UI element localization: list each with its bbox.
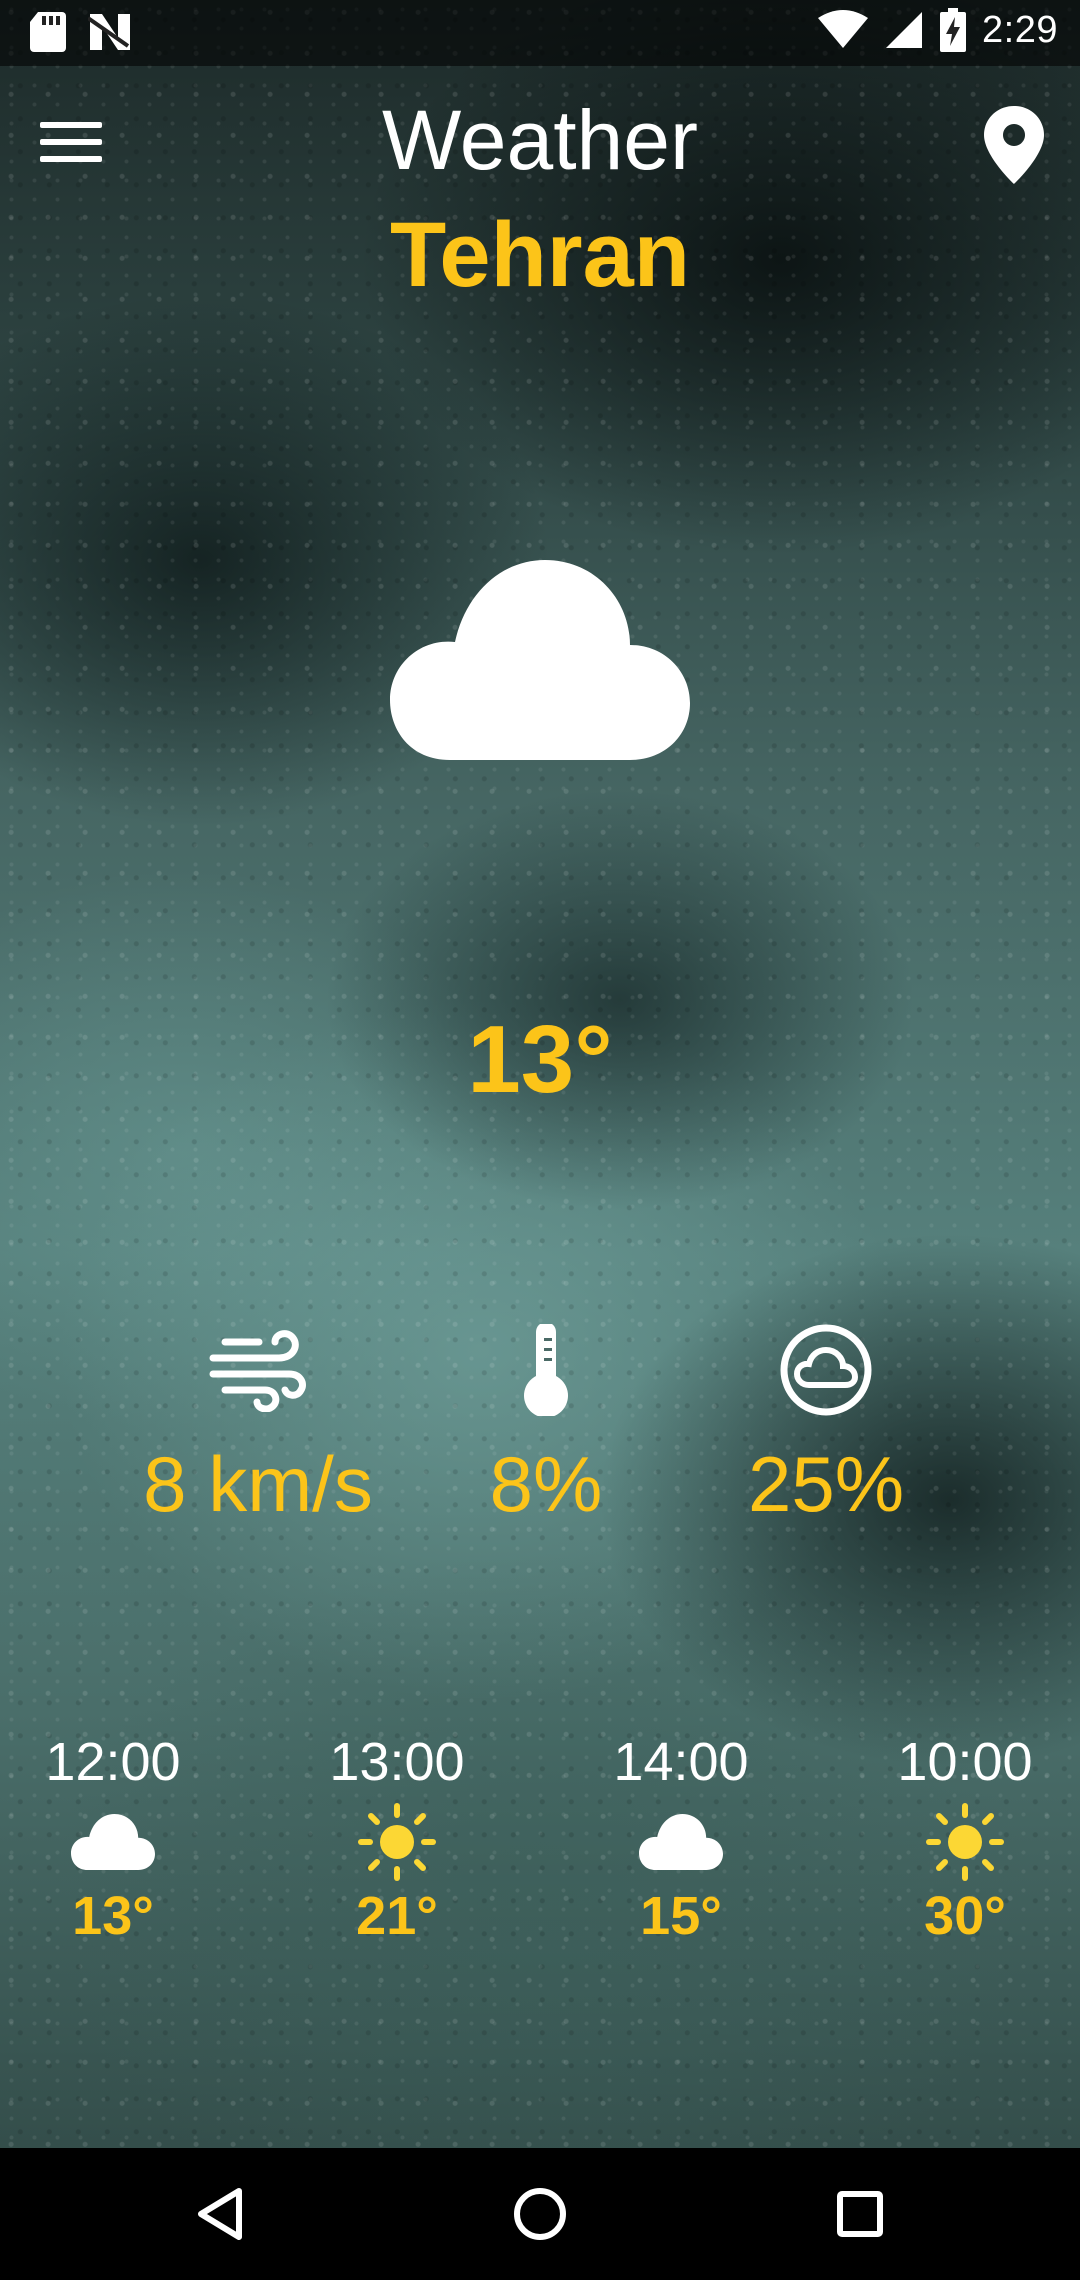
- cloud-icon: [68, 1802, 158, 1882]
- sun-icon: [352, 1802, 442, 1882]
- home-icon[interactable]: [510, 2184, 570, 2244]
- weather-screen: 2:29 Weather Tehran 13° 8 km/s 8% 25% 12…: [0, 0, 1080, 2280]
- signal-icon: [886, 12, 923, 48]
- wifi-icon: [818, 10, 869, 48]
- hourly-temp: 15°: [640, 1886, 722, 1946]
- thermometer-icon: [496, 1320, 596, 1420]
- stat-wind: 8 km/s: [108, 1320, 408, 1530]
- hourly-time: 12:00: [45, 1732, 181, 1792]
- stat-cloudiness: 25%: [676, 1320, 976, 1530]
- recents-icon[interactable]: [830, 2184, 890, 2244]
- app-title: Weather: [382, 93, 698, 187]
- hourly-time: 14:00: [613, 1732, 749, 1792]
- hourly-time: 13:00: [329, 1732, 465, 1792]
- hourly-item: 12:00 13°: [0, 1730, 233, 1948]
- wind-value: 8 km/s: [143, 1440, 373, 1528]
- status-bar-left: [30, 12, 132, 52]
- hourly-temp: 13°: [72, 1886, 154, 1946]
- status-bar: 2:29: [0, 0, 1080, 66]
- stat-humidity: 8%: [396, 1320, 696, 1530]
- sun-icon: [920, 1802, 1010, 1882]
- status-bar-right: 2:29: [818, 8, 1058, 52]
- hourly-item: 14:00 15°: [561, 1730, 801, 1948]
- wind-icon: [208, 1320, 308, 1420]
- current-temperature: 13°: [467, 1006, 613, 1113]
- hourly-item: 13:00 21°: [277, 1730, 517, 1948]
- navigation-bar: [0, 2148, 1080, 2280]
- sd-card-icon: [30, 12, 66, 52]
- cloud-icon: [390, 560, 690, 760]
- n-icon: [88, 14, 130, 50]
- hourly-time: 10:00: [897, 1732, 1033, 1792]
- cloud-circle-icon: [776, 1320, 876, 1420]
- city-name: Tehran: [390, 204, 690, 306]
- hourly-item: 10:00 30°: [845, 1730, 1080, 1948]
- battery-charging-icon: [940, 8, 967, 52]
- hourly-temp: 30°: [924, 1886, 1006, 1946]
- humidity-value: 8%: [489, 1440, 603, 1528]
- back-icon[interactable]: [190, 2184, 250, 2244]
- location-pin-icon[interactable]: [984, 106, 1044, 184]
- status-time: 2:29: [982, 8, 1058, 51]
- cloudiness-value: 25%: [747, 1440, 905, 1528]
- cloud-icon: [636, 1802, 726, 1882]
- hourly-temp: 21°: [356, 1886, 438, 1946]
